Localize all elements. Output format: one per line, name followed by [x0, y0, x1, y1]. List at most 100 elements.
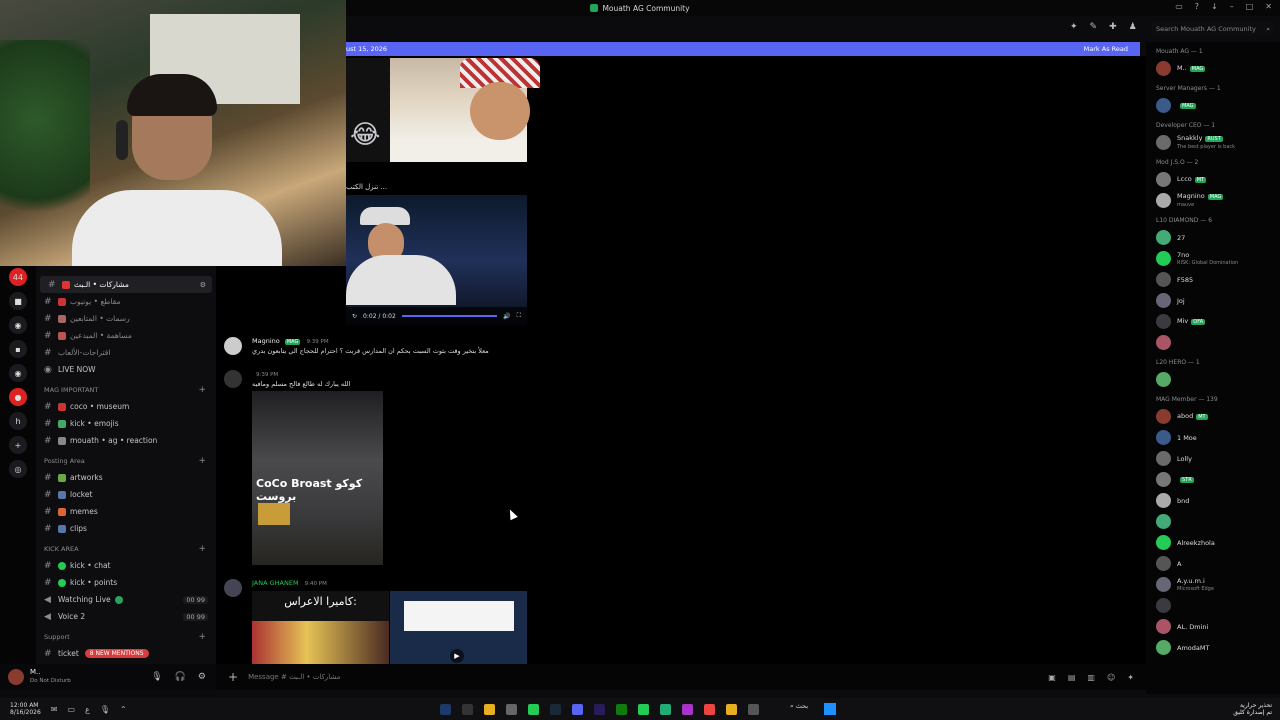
member-item[interactable]: bnd [1146, 490, 1280, 511]
file-explorer-icon[interactable] [726, 703, 737, 715]
server-icon[interactable]: h [9, 412, 27, 430]
discover-icon[interactable]: ◎ [9, 460, 27, 478]
app-icon[interactable] [682, 703, 693, 715]
channel-item[interactable]: # kick • points [36, 574, 216, 591]
new-mentions-badge[interactable]: 8 NEW MENTIONS [84, 649, 149, 658]
server-icon[interactable]: ■ [9, 292, 27, 310]
app-icon[interactable] [506, 703, 517, 715]
microphone-icon[interactable]: 🎙 [100, 705, 110, 714]
channel-item[interactable]: # مقاطع • يوتيوب [36, 293, 216, 310]
avatar[interactable] [1156, 135, 1171, 150]
member-item[interactable] [1146, 511, 1280, 532]
xbox-icon[interactable] [616, 703, 627, 715]
live-now-item[interactable]: ◉ LIVE NOW [36, 361, 216, 378]
channel-item[interactable]: # artworks [36, 469, 216, 486]
keyboard-icon[interactable]: ع [85, 705, 90, 714]
avatar[interactable] [1156, 409, 1171, 424]
channel-item[interactable]: # مساهمة • المبدعين [36, 327, 216, 344]
threads-icon[interactable]: ✦ [1070, 22, 1078, 32]
photoshop-icon[interactable] [440, 703, 451, 715]
category-header[interactable]: MAG IMPORTANT + [36, 382, 216, 398]
message-image[interactable]: كاميرا الاعراس: [252, 591, 389, 664]
taskbar-search[interactable]: ⌕ بحث [790, 702, 814, 711]
channel-item[interactable]: # kick • chat [36, 557, 216, 574]
message-author[interactable]: JANA GHANEM [252, 579, 299, 587]
inbox-icon[interactable]: ▭ [1175, 2, 1183, 11]
avatar[interactable] [224, 337, 242, 355]
member-item[interactable]: 27 [1146, 227, 1280, 248]
message-image[interactable]: 😂 [346, 58, 540, 162]
headphones-icon[interactable]: 🎧 [175, 672, 186, 682]
member-item[interactable]: 7no RISK: Global Domination [1146, 248, 1280, 269]
avatar[interactable] [1156, 577, 1171, 592]
channel-item[interactable]: # mouath • ag • reaction [36, 432, 216, 449]
app-icon[interactable] [660, 703, 671, 715]
microphone-icon[interactable]: 🎙 [151, 672, 162, 682]
avatar[interactable] [1156, 251, 1171, 266]
channel-item[interactable]: # kick • emojis [36, 415, 216, 432]
server-icon[interactable]: 44 [9, 268, 27, 286]
fullscreen-icon[interactable]: ⛶ [517, 312, 521, 320]
close-button[interactable]: ✕ [1265, 2, 1272, 11]
member-item[interactable]: Lcco MT [1146, 169, 1280, 190]
avatar[interactable] [1156, 640, 1171, 655]
member-item[interactable]: STR [1146, 469, 1280, 490]
video-player[interactable]: ↻ 0:02 / 0:02 🔊 ⛶ [346, 195, 527, 325]
mute-icon[interactable]: ✎ [1090, 22, 1098, 32]
minimize-button[interactable]: – [1230, 2, 1234, 11]
discord-icon[interactable] [572, 703, 583, 715]
add-channel-icon[interactable]: + [198, 544, 206, 554]
new-messages-banner[interactable]: ust 15, 2026 Mark As Read [346, 42, 1140, 56]
member-item[interactable] [1146, 332, 1280, 353]
member-item[interactable]: Alreekzhola [1146, 532, 1280, 553]
member-item[interactable] [1146, 595, 1280, 616]
sticky-notes-icon[interactable] [484, 703, 495, 715]
member-item[interactable]: MAG [1146, 95, 1280, 116]
avatar[interactable] [1156, 472, 1171, 487]
channel-item[interactable]: # locket [36, 486, 216, 503]
search-input[interactable]: Search Mouath AG Community ⌕ [1152, 22, 1274, 36]
app-icon[interactable] [638, 703, 649, 715]
add-channel-icon[interactable]: + [198, 385, 206, 395]
member-item[interactable]: Lolly [1146, 448, 1280, 469]
apps-icon[interactable]: ✦ [1127, 673, 1134, 682]
message-composer[interactable]: + Message # مشاركات • الـبث ▣ ▤ ▥ ☺ ✦ [216, 664, 1146, 690]
maximize-button[interactable]: □ [1246, 2, 1254, 11]
message-author[interactable]: Magnino [252, 337, 280, 345]
member-item[interactable]: F585 [1146, 269, 1280, 290]
whatsapp-icon[interactable] [528, 703, 539, 715]
clock[interactable]: 12:00 AM 8/16/2026 [10, 702, 41, 716]
add-channel-icon[interactable]: + [198, 632, 206, 642]
video-progress-bar[interactable] [401, 315, 498, 317]
server-icon[interactable]: ● [9, 388, 27, 406]
avatar[interactable] [1156, 535, 1171, 550]
emoji-icon[interactable]: ☺ [1107, 673, 1115, 682]
member-item[interactable]: Snakkly RUST The best player is back [1146, 132, 1280, 153]
system-notice[interactable]: تحذير حرارية تم إصدارة كليق [1233, 702, 1272, 716]
message-video[interactable]: ▶ [390, 591, 527, 664]
avatar[interactable] [1156, 272, 1171, 287]
avatar[interactable] [1156, 314, 1171, 329]
members-icon[interactable]: ♟ [1129, 22, 1137, 32]
gif-icon[interactable]: ▤ [1068, 673, 1076, 682]
steam-icon[interactable] [550, 703, 561, 715]
notification-icon[interactable]: ✉ [51, 705, 58, 714]
channel-item[interactable]: # اقتراحات-الألعاب [36, 344, 216, 361]
channel-item[interactable]: # ticket 8 NEW MENTIONS [36, 645, 216, 662]
member-item[interactable]: Magnino MAG mauve [1146, 190, 1280, 211]
eye-icon[interactable]: ◉ [9, 316, 27, 334]
download-icon[interactable]: ↓ [1211, 2, 1218, 11]
avatar[interactable] [1156, 451, 1171, 466]
avatar[interactable] [1156, 430, 1171, 445]
channel-item[interactable]: # coco • museum [36, 398, 216, 415]
member-item[interactable]: AL. Dmini [1146, 616, 1280, 637]
display-icon[interactable]: ▭ [67, 705, 75, 714]
add-channel-icon[interactable]: + [198, 456, 206, 466]
voice-channel[interactable]: ◀ Voice 2 00 99 [36, 608, 216, 625]
message-image[interactable]: CoCo Broast كوكو بروست [252, 391, 383, 565]
settings-icon[interactable]: ⚙ [198, 672, 206, 682]
help-icon[interactable]: ? [1195, 2, 1199, 11]
avatar[interactable] [1156, 193, 1171, 208]
category-header[interactable]: Support + [36, 629, 216, 645]
eye-icon[interactable]: ◉ [9, 364, 27, 382]
